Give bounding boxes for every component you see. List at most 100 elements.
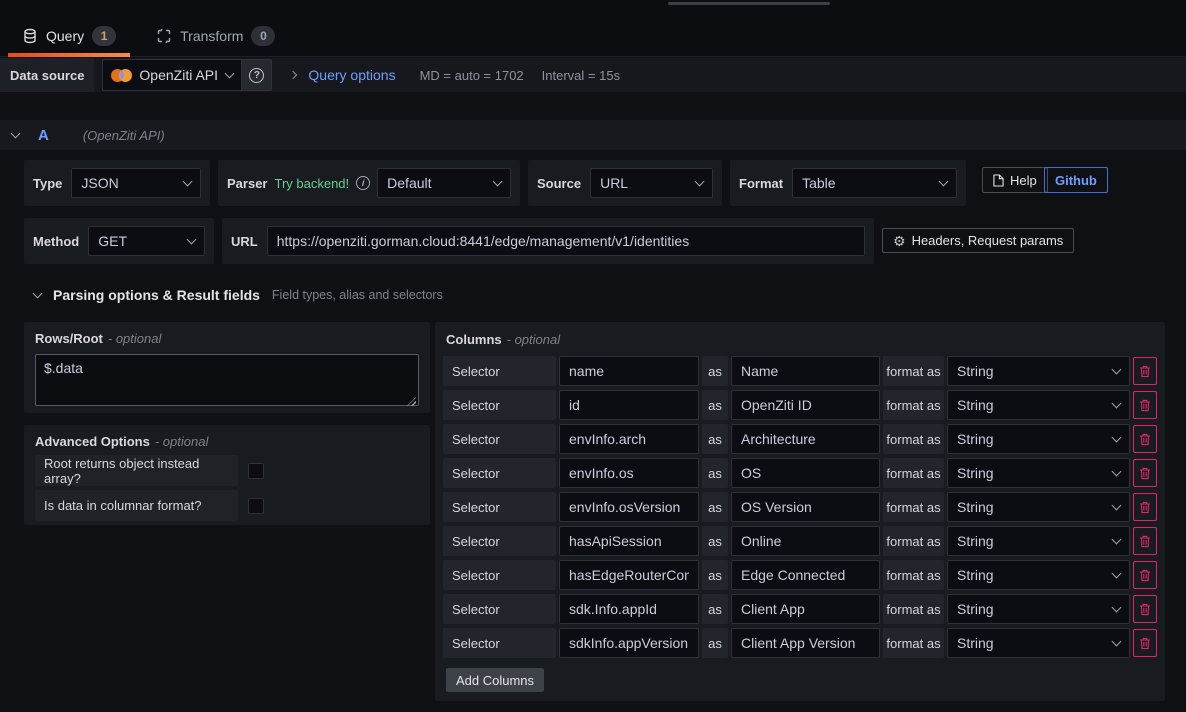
method-label: Method	[33, 234, 79, 249]
selector-label: Selector	[443, 594, 556, 624]
format-as-label: format as	[883, 492, 944, 522]
parser-select[interactable]: Default	[377, 168, 511, 198]
delete-column-button[interactable]	[1133, 357, 1157, 385]
active-tab-underline	[8, 53, 130, 57]
delete-column-button[interactable]	[1133, 391, 1157, 419]
selector-input[interactable]	[559, 492, 699, 522]
selector-label: Selector	[443, 628, 556, 658]
query-options-toggle[interactable]: Query options	[308, 67, 395, 83]
chevron-down-icon	[1112, 467, 1122, 477]
github-button[interactable]: Github	[1044, 167, 1108, 193]
column-format-select[interactable]: String	[947, 492, 1130, 522]
advanced-options-panel: Advanced Options- optional Root returns …	[24, 425, 430, 525]
query-count-badge: 1	[92, 26, 116, 46]
alias-input[interactable]	[731, 594, 880, 624]
datasource-picker[interactable]: OpenZiti API	[102, 59, 242, 91]
columnar-format-checkbox[interactable]	[248, 498, 264, 514]
delete-column-button[interactable]	[1133, 459, 1157, 487]
column-format-value: String	[957, 533, 994, 549]
type-field: Type JSON	[24, 160, 210, 206]
column-format-select[interactable]: String	[947, 458, 1130, 488]
delete-column-button[interactable]	[1133, 629, 1157, 657]
chevron-down-icon	[1112, 365, 1122, 375]
rows-root-input[interactable]: $.data	[35, 354, 419, 406]
help-button[interactable]: Help	[982, 167, 1048, 193]
add-columns-button[interactable]: Add Columns	[446, 668, 544, 692]
alias-input[interactable]	[731, 424, 880, 454]
column-format-select[interactable]: String	[947, 356, 1130, 386]
delete-column-button[interactable]	[1133, 493, 1157, 521]
openziti-logo-icon	[111, 69, 132, 82]
as-label: as	[702, 458, 728, 488]
selector-input[interactable]	[559, 526, 699, 556]
tab-query[interactable]: Query 1	[8, 14, 130, 57]
collapse-chevron-icon[interactable]	[11, 129, 21, 139]
selector-input[interactable]	[559, 560, 699, 590]
column-format-select[interactable]: String	[947, 628, 1130, 658]
selector-input[interactable]	[559, 356, 699, 386]
selector-label: Selector	[443, 356, 556, 386]
headers-params-button[interactable]: ⚙ Headers, Request params	[882, 228, 1074, 253]
datasource-help-button[interactable]: ?	[242, 59, 272, 91]
query-ref-id[interactable]: A	[38, 127, 49, 144]
parser-select-value: Default	[387, 175, 431, 191]
format-as-label: format as	[883, 356, 944, 386]
delete-column-button[interactable]	[1133, 595, 1157, 623]
source-select[interactable]: URL	[590, 168, 713, 198]
selector-input[interactable]	[559, 424, 699, 454]
chevron-down-icon	[1112, 535, 1122, 545]
selector-input[interactable]	[559, 390, 699, 420]
selector-label: Selector	[443, 458, 556, 488]
delete-column-button[interactable]	[1133, 561, 1157, 589]
selector-input[interactable]	[559, 458, 699, 488]
method-select[interactable]: GET	[88, 226, 205, 256]
chevron-down-icon	[939, 177, 949, 187]
column-row: Selector as format as String	[443, 628, 1157, 658]
delete-column-button[interactable]	[1133, 527, 1157, 555]
parsing-section-title: Parsing options & Result fields	[53, 287, 260, 303]
selector-input[interactable]	[559, 594, 699, 624]
format-select[interactable]: Table	[792, 168, 957, 198]
method-select-value: GET	[98, 233, 127, 249]
format-as-label: format as	[883, 390, 944, 420]
url-input[interactable]	[267, 226, 865, 256]
root-returns-object-label: Root returns object instead array?	[35, 455, 238, 486]
alias-input[interactable]	[731, 458, 880, 488]
transform-count-badge: 0	[251, 26, 275, 46]
pane-drag-handle[interactable]	[668, 2, 830, 5]
chevron-down-icon	[183, 177, 193, 187]
alias-input[interactable]	[731, 356, 880, 386]
as-label: as	[702, 424, 728, 454]
database-icon	[22, 28, 38, 44]
alias-input[interactable]	[731, 492, 880, 522]
format-as-label: format as	[883, 526, 944, 556]
format-as-label: format as	[883, 560, 944, 590]
alias-input[interactable]	[731, 390, 880, 420]
as-label: as	[702, 628, 728, 658]
column-format-select[interactable]: String	[947, 424, 1130, 454]
column-format-select[interactable]: String	[947, 390, 1130, 420]
tab-query-label: Query	[46, 28, 84, 44]
advanced-option-row: Is data in columnar format?	[35, 490, 419, 521]
alias-input[interactable]	[731, 560, 880, 590]
tab-transform[interactable]: Transform 0	[142, 14, 289, 57]
info-circle-icon: i	[356, 176, 370, 190]
column-format-select[interactable]: String	[947, 526, 1130, 556]
format-field: Format Table	[730, 160, 966, 206]
alias-input[interactable]	[731, 526, 880, 556]
query-ref-row[interactable]: A (OpenZiti API)	[0, 120, 1186, 150]
alias-input[interactable]	[731, 628, 880, 658]
root-returns-object-checkbox[interactable]	[248, 463, 264, 479]
parsing-section-toggle[interactable]: Parsing options & Result fields Field ty…	[34, 287, 443, 303]
delete-column-button[interactable]	[1133, 425, 1157, 453]
selector-input[interactable]	[559, 628, 699, 658]
column-format-select[interactable]: String	[947, 560, 1130, 590]
column-format-select[interactable]: String	[947, 594, 1130, 624]
as-label: as	[702, 526, 728, 556]
parser-label: Parser	[227, 176, 267, 191]
chevron-down-icon	[1112, 433, 1122, 443]
source-label: Source	[537, 176, 581, 191]
question-circle-icon: ?	[249, 68, 264, 83]
parser-try-backend-link[interactable]: Try backend!	[274, 176, 349, 191]
type-select[interactable]: JSON	[71, 168, 201, 198]
